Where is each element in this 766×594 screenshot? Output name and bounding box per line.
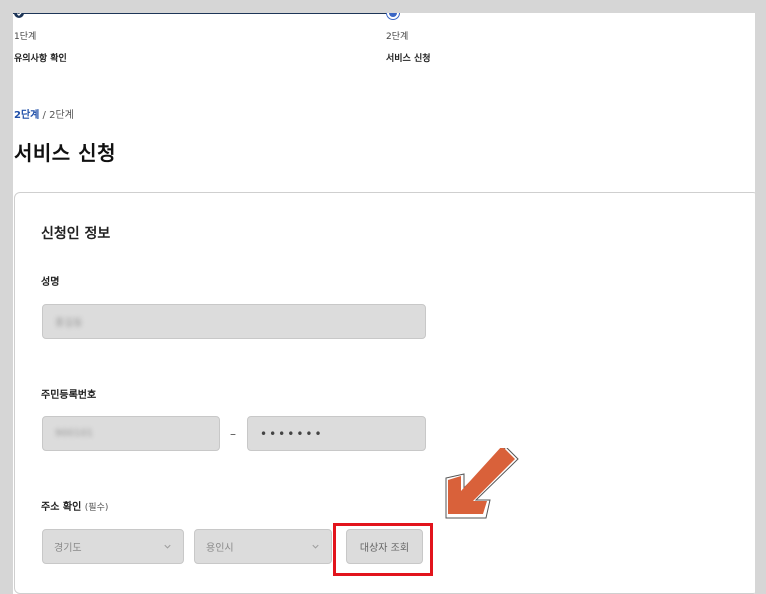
section-title: 신청인 정보 [41, 226, 111, 242]
address-label-text: 주소 확인 [41, 502, 82, 513]
stepper-progress-line [13, 13, 393, 14]
page-title: 서비스 신청 [14, 141, 116, 165]
address-required-hint: (필수) [84, 503, 109, 513]
highlight-box [333, 523, 433, 576]
check-icon [16, 13, 21, 16]
resident-number-front-value: 900101 [55, 428, 94, 439]
city-value: 용인시 [206, 543, 234, 554]
pointer-arrow-icon [445, 448, 519, 519]
province-select[interactable]: 경기도 [42, 529, 184, 564]
resident-number-dash: – [230, 427, 236, 441]
name-value: 홍길동 [55, 318, 83, 329]
name-label: 성명 [41, 277, 60, 288]
name-input[interactable]: 홍길동 [42, 304, 426, 339]
page: 1단계 유의사항 확인 2단계 서비스 신청 2단계 / 2단계 서비스 신청 … [13, 13, 755, 594]
step-1-number: 1단계 [14, 32, 37, 42]
breadcrumb-current: 2단계 [14, 110, 40, 121]
step-2-indicator [386, 13, 400, 20]
resident-number-back-input[interactable]: ••••••• [247, 416, 426, 451]
step-2-title[interactable]: 서비스 신청 [386, 51, 431, 64]
chevron-down-icon [164, 544, 171, 549]
address-label: 주소 확인 (필수) [41, 498, 108, 513]
resident-number-front-input[interactable]: 900101 [42, 416, 220, 451]
city-select[interactable]: 용인시 [194, 529, 332, 564]
resident-number-label: 주민등록번호 [41, 390, 97, 401]
step-1-title[interactable]: 유의사항 확인 [14, 51, 67, 64]
chevron-down-icon [312, 544, 319, 549]
province-value: 경기도 [54, 543, 82, 554]
breadcrumb: 2단계 / 2단계 [14, 106, 74, 121]
step-2-number: 2단계 [386, 32, 409, 42]
breadcrumb-total: 2단계 [49, 110, 74, 121]
breadcrumb-separator: / [39, 110, 50, 121]
resident-number-back-value: ••••••• [260, 426, 324, 441]
step-1-indicator [14, 13, 24, 18]
